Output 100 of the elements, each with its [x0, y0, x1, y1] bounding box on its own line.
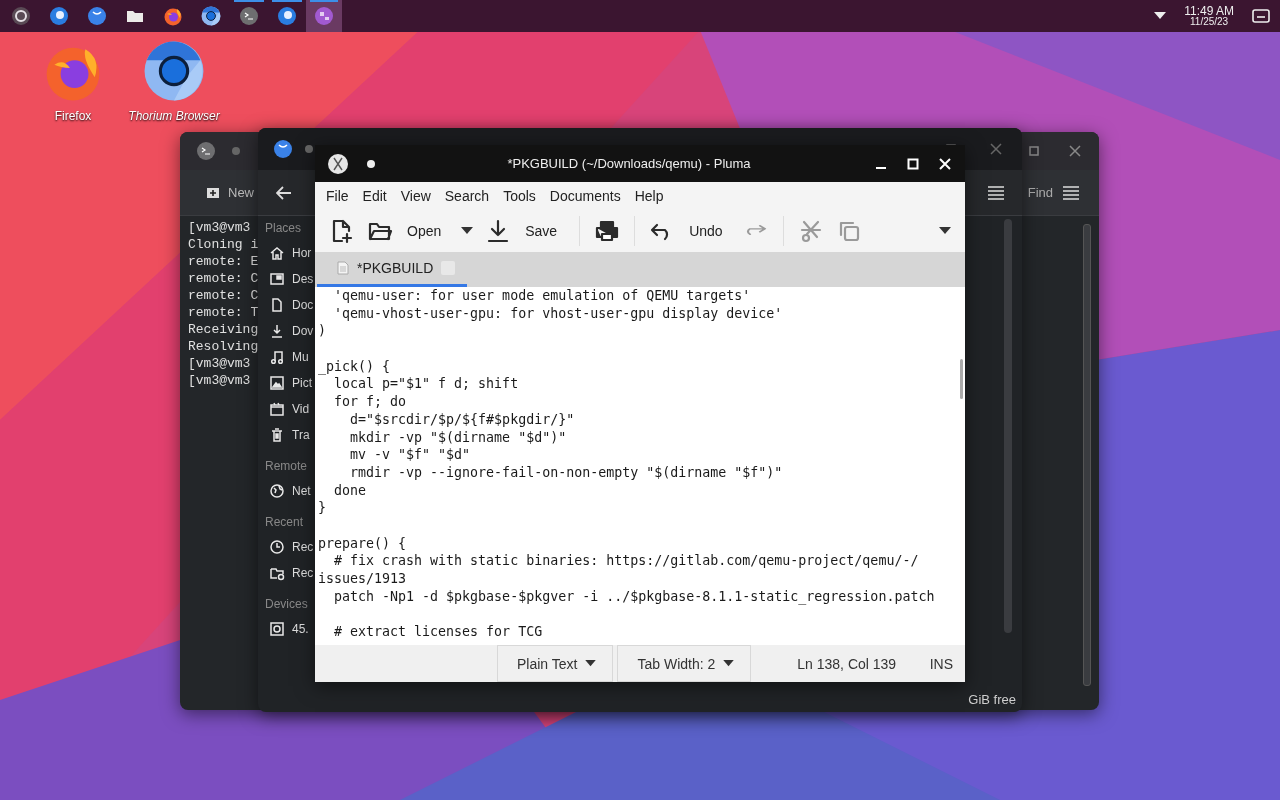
scrollbar[interactable] — [1083, 224, 1091, 686]
menu-item[interactable]: Search — [437, 188, 497, 204]
video-icon — [269, 401, 285, 417]
x-logo-icon — [327, 152, 349, 175]
desktop-icon-label[interactable]: Thorium Browser — [128, 109, 220, 123]
document-icon — [269, 297, 285, 313]
sidebar-heading: Recent — [265, 514, 305, 531]
new-tab-icon — [206, 185, 220, 200]
code-line: 'qemu-user: for user mode emulation of QEMU targets' — [333, 287, 752, 305]
sidebar-item[interactable]: Tra — [292, 428, 310, 442]
caret-icon[interactable] — [1154, 12, 1167, 20]
cursor-position: Ln 138, Col 139 — [797, 655, 897, 672]
sidebar-item[interactable]: Pict — [292, 376, 312, 390]
language-dropdown[interactable]: Plain Text — [497, 645, 614, 682]
menu-item[interactable]: Help — [627, 188, 671, 204]
code-line: 'qemu-vhost-user-gpu: for vhost-user-gpu display device' — [333, 304, 784, 323]
code-line: } — [318, 499, 327, 517]
desktop-icon — [269, 271, 285, 287]
app-icon — [273, 139, 293, 159]
app-icon — [87, 6, 107, 26]
show-desktop-icon[interactable] — [1252, 9, 1270, 23]
firefox-icon — [163, 6, 183, 26]
terminal-line: [vm3@vm3 — [188, 219, 252, 236]
scrollbar[interactable] — [960, 359, 963, 399]
dot-icon[interactable] — [305, 145, 313, 153]
code-line: d="$srcdir/$p/${f#$pkgdir/}" — [349, 410, 576, 429]
picture-icon — [269, 375, 285, 391]
document-icon — [337, 261, 349, 275]
code-line: issues/1913 — [318, 570, 408, 588]
music-icon — [269, 349, 285, 365]
network-icon — [269, 483, 285, 499]
running-indicator — [310, 0, 338, 2]
find-button[interactable]: Find — [1027, 185, 1053, 200]
free-space-label: GiB free — [968, 691, 1016, 707]
chromium-icon — [201, 6, 221, 26]
sidebar-item[interactable]: Des — [292, 272, 314, 286]
taskbar-item[interactable] — [306, 0, 342, 32]
sidebar-heading: Devices — [265, 596, 309, 613]
clock-icon — [269, 539, 285, 555]
sidebar-item[interactable]: Vid — [292, 402, 310, 416]
trash-icon — [269, 427, 285, 443]
code-line: # extract licenses for TCG — [333, 623, 544, 641]
caret-icon — [461, 227, 474, 235]
code-line: patch -Np1 -d $pkgbase-$pkgver -i ../$pkgbase-8.1.1-static_regression.patch — [333, 587, 936, 606]
menu-icon[interactable] — [1063, 185, 1079, 200]
sidebar-item[interactable]: Rec — [292, 540, 314, 554]
drive-icon — [269, 621, 285, 637]
tab-width-dropdown[interactable]: Tab Width: 2 — [617, 645, 752, 682]
terminal-line: remote: C — [188, 270, 259, 287]
running-indicator — [234, 0, 264, 2]
caret-icon — [585, 660, 597, 667]
save-button[interactable]: Save — [481, 218, 570, 244]
dot-icon[interactable] — [232, 147, 240, 155]
menu-item[interactable]: Edit — [355, 188, 394, 204]
terminal-line: remote: E — [188, 253, 259, 270]
menu-item[interactable]: Tools — [496, 188, 543, 204]
chromium-icon — [143, 40, 205, 102]
code-line: local p="$1" f d; shift — [333, 375, 520, 394]
sidebar-item[interactable]: Doc — [292, 298, 314, 312]
sidebar-item[interactable]: Hor — [292, 246, 312, 260]
sidebar-item[interactable]: Net — [292, 484, 311, 498]
sidebar-item[interactable]: Mu — [292, 350, 309, 364]
app-icon — [314, 6, 334, 26]
menu-item[interactable]: View — [393, 188, 438, 204]
terminal-icon — [196, 141, 216, 161]
caret-icon — [723, 660, 735, 667]
menu-icon[interactable] — [988, 185, 1004, 200]
back-icon[interactable] — [276, 185, 292, 200]
clock-time: 11:49 AM — [1184, 5, 1234, 17]
sidebar-item[interactable]: Dov — [292, 324, 314, 338]
dot-icon[interactable] — [367, 159, 375, 168]
terminal-icon — [239, 6, 259, 26]
code-line: for f; do — [333, 393, 408, 411]
window-title: *PKGBUILD (~/Downloads/qemu) - Pluma — [506, 156, 752, 171]
terminal-line: [vm3@vm3 — [188, 355, 252, 372]
app-icon — [277, 6, 297, 26]
terminal-line: remote: C — [188, 287, 259, 304]
open-button[interactable]: Open — [363, 218, 454, 244]
desktop-icon-label[interactable]: Firefox — [54, 109, 92, 123]
terminal-line: Receiving — [188, 321, 259, 338]
printer-icon — [594, 218, 621, 244]
sidebar-item[interactable]: Rec — [292, 566, 314, 580]
code-line: ) — [318, 322, 327, 341]
code-line: done — [333, 481, 368, 500]
download-icon — [269, 323, 285, 339]
terminal-line: Cloning i — [188, 236, 259, 253]
code-line: prepare() { — [318, 534, 408, 553]
undo-button[interactable]: Undo — [645, 218, 735, 244]
scrollbar[interactable] — [1004, 219, 1012, 633]
menu-item[interactable]: Documents — [542, 188, 628, 204]
menu-item[interactable]: File — [319, 188, 356, 204]
code-line: mv -v "$f" "$d" — [349, 446, 472, 464]
sidebar-item[interactable]: 45. — [292, 622, 309, 636]
sidebar-heading: Places — [265, 220, 303, 237]
running-indicator — [272, 0, 302, 2]
caret-icon[interactable] — [939, 227, 951, 235]
clock-date: 11/25/23 — [1190, 17, 1229, 27]
app-icon — [49, 6, 69, 26]
sidebar-heading: Remote — [265, 458, 309, 475]
ring-icon — [11, 6, 31, 26]
